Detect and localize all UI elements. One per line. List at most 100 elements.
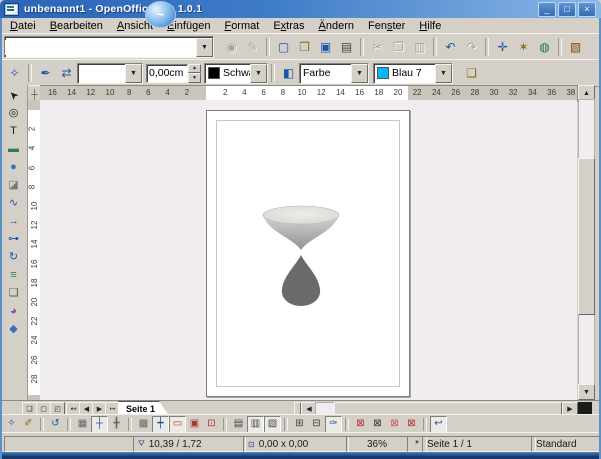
ruler-number: 18 [374,88,383,97]
modify-with-attributes-toggle[interactable]: ✑ [325,416,342,433]
autopilot-button[interactable]: ✶ [513,36,534,58]
fill-style-dropdown-button[interactable]: ▼ [351,64,368,83]
fill-color-dropdown-button[interactable]: ▼ [435,64,452,83]
title-bar[interactable]: unbenannt1 - OpenOffice.org 1.0.1 _ □ × [0,0,601,18]
open-button[interactable]: ❒ [294,36,315,58]
hyperlink-button[interactable]: ◍ [534,36,555,58]
picture-placeholder-toggle[interactable]: ⊠ [352,416,369,433]
hourglass-shape[interactable] [255,203,347,313]
menu-fenster[interactable]: Fenster [361,18,412,33]
print-button[interactable]: ▤ [336,36,357,58]
status-position-cell[interactable]: ⛛ 10,39 / 1,72 [133,436,246,452]
ruler-number: 12 [317,88,326,97]
separator [433,38,437,56]
snap-to-object-border-toggle[interactable]: ▣ [186,416,203,433]
menu-format[interactable]: Format [217,18,266,33]
fill-style-combobox[interactable]: Farbe ▼ [299,63,369,84]
snap-lines-visible-toggle[interactable]: ┼ [91,416,108,433]
edit-file-button: ✎ [242,36,263,58]
url-combobox[interactable]: ▼ [4,36,214,58]
rotate-tool[interactable]: ↻ [1,248,27,266]
separator [223,418,227,431]
snap-to-page-margins-toggle[interactable]: ▭ [169,416,186,433]
shadow-button[interactable]: ❏ [461,62,482,84]
url-input[interactable] [5,40,196,55]
snap-to-snap-lines-toggle[interactable]: ┿ [152,416,169,433]
direct-edit-toggle[interactable]: ✐ [20,416,37,433]
ruler-number: 38 [566,88,575,97]
status-style-cell[interactable]: Standard [531,436,601,452]
status-size-cell[interactable]: ⊡ 0,00 x 0,00 [243,436,349,452]
undo-button[interactable]: ↶ [440,36,461,58]
maximize-button[interactable]: □ [558,2,576,17]
contour-mode-toggle[interactable]: ⊠ [369,416,386,433]
3d-controller-tool[interactable]: ◆ [1,320,27,338]
menu-bearbeiten[interactable]: Bearbeiten [43,18,110,33]
ruler-number: 26 [451,88,460,97]
3d-objects-tool[interactable]: ◪ [1,176,27,194]
line-style-combobox[interactable]: ▼ [77,63,143,84]
fill-color-combobox[interactable]: Blau 7 ▼ [373,63,453,84]
scroll-down-button[interactable]: ▼ [578,384,595,400]
edit-points-button[interactable]: ✧ [4,62,25,84]
effects-tool[interactable]: ◕ [1,302,27,320]
line-width-down-button[interactable]: ▼ [188,73,201,83]
drawing-canvas[interactable] [40,100,577,400]
close-button[interactable]: × [578,2,596,17]
line-width-up-button[interactable]: ▲ [188,64,201,74]
menu-datei[interactable]: Datei [3,18,43,33]
lines-arrows-tool[interactable]: → [1,212,27,230]
navigator-button[interactable]: ✛ [492,36,513,58]
ruler-number: 6 [28,165,37,169]
status-zoom-cell[interactable]: 36% [346,436,408,452]
simple-handles-toggle[interactable]: ⊞ [291,416,308,433]
fill-color-swatch [377,67,389,79]
line-color-dropdown-button[interactable]: ▼ [250,64,267,83]
arrange-tool[interactable]: ❑ [1,284,27,302]
line-contour-toggle[interactable]: ⊠ [403,416,420,433]
line-style-dropdown-button[interactable]: ▼ [125,64,142,83]
double-click-edit-text-toggle[interactable]: ▧ [264,416,281,433]
line-width-value[interactable]: 0,00cm [146,64,188,83]
page[interactable] [206,110,410,397]
line-dialog-button[interactable]: ✒ [35,62,56,84]
minimize-button[interactable]: _ [538,2,556,17]
edit-points-toggle[interactable]: ✧ [3,416,20,433]
line-color-combobox[interactable]: Schwarz ▼ [204,63,268,84]
menu-hilfe[interactable]: Hilfe [412,18,448,33]
alignment-tool[interactable]: ≡ [1,266,27,284]
separator [67,418,71,431]
leave-group-button[interactable]: ↩ [430,416,447,433]
grid-visible-toggle[interactable]: ▦ [74,416,91,433]
ruler-number: 28 [30,374,39,383]
area-dialog-button[interactable]: ◧ [278,62,299,84]
save-button[interactable]: ▣ [315,36,336,58]
funnel-rim[interactable] [263,206,339,224]
status-page-cell[interactable]: Seite 1 / 1 [422,436,536,452]
text-tool[interactable]: T [1,122,27,140]
rectangle-tool[interactable]: ▬ [1,140,27,158]
line-width-stepper[interactable]: 0,00cm ▲ ▼ [146,64,201,83]
new-document-button[interactable]: ▢ [273,36,294,58]
url-dropdown-button[interactable]: ▼ [196,38,213,57]
vertical-scroll-thumb[interactable] [578,158,595,315]
menu-ndern[interactable]: Ändern [312,18,361,33]
select-text-area-toggle[interactable]: ▥ [247,416,264,433]
text-placeholder-toggle[interactable]: ⊠ [386,416,403,433]
curve-tool[interactable]: ∿ [1,194,27,212]
snap-to-grid-toggle[interactable]: ▩ [135,416,152,433]
helplines-moving-toggle[interactable]: ╋ [108,416,125,433]
ellipse-tool[interactable]: ● [1,158,27,176]
snap-to-object-points-toggle[interactable]: ⊡ [203,416,220,433]
drop-shape[interactable] [282,255,320,306]
arrow-style-button[interactable]: ⇄ [56,62,77,84]
large-handles-toggle[interactable]: ⊟ [308,416,325,433]
ruler-number: 16 [30,259,39,268]
quick-edit-toggle[interactable]: ▤ [230,416,247,433]
connector-tool[interactable]: ⊶ [1,230,27,248]
gallery-button[interactable]: ▧ [565,36,586,58]
ruler-number: 10 [30,202,39,211]
splitter-handle[interactable] [578,402,592,414]
rotation-mode-toggle[interactable]: ↺ [47,416,64,433]
menu-extras[interactable]: Extras [266,18,311,33]
